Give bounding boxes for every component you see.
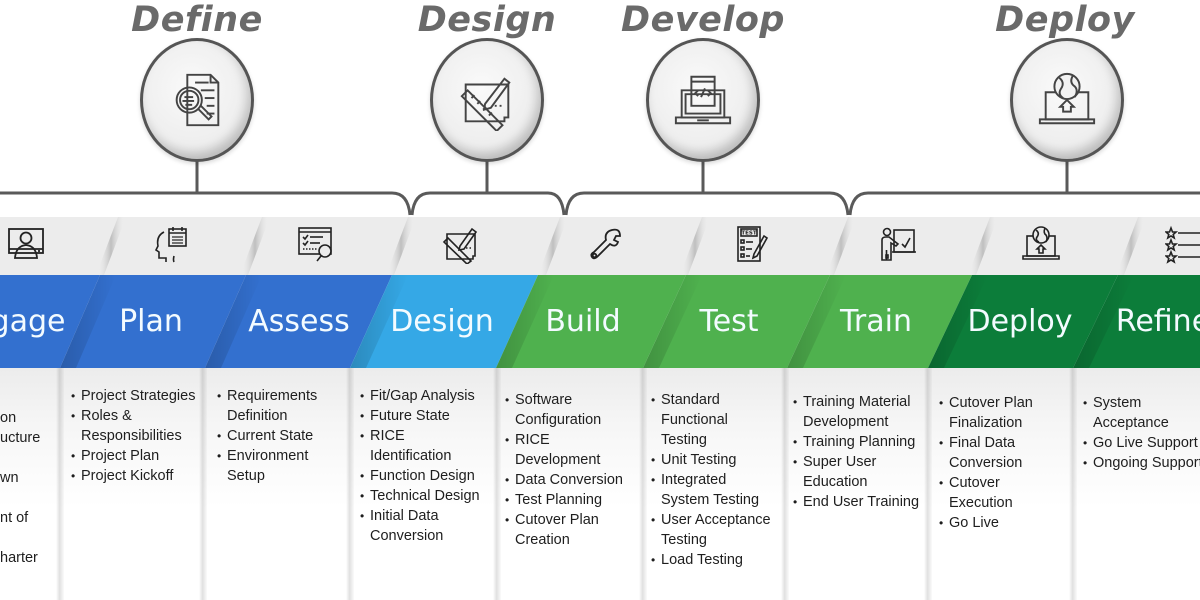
detail-item bbox=[0, 528, 60, 548]
detail-item: Training Planning bbox=[793, 432, 923, 452]
step-band: gage Plan Assess Design Build Test Train… bbox=[0, 275, 1200, 368]
head-calendar-icon bbox=[154, 227, 187, 263]
step-details-refine: System AcceptanceGo Live SupportOngoing … bbox=[1083, 393, 1200, 473]
step-details-train: Training Material DevelopmentTraining Pl… bbox=[793, 392, 923, 512]
detail-item: Go Live Support bbox=[1083, 433, 1200, 453]
step-label-design: Design bbox=[390, 304, 494, 339]
step-label-refine: Refine bbox=[1115, 304, 1200, 339]
step-label-train: Train bbox=[840, 304, 912, 339]
laptop-globe-upload-icon bbox=[1022, 226, 1060, 260]
detail-item: RICE Development bbox=[505, 430, 631, 470]
detail-item: User Acceptance Testing bbox=[651, 510, 775, 550]
detail-item: System Acceptance bbox=[1083, 393, 1200, 433]
step-label-build: Build bbox=[545, 304, 621, 339]
step-icon-engage bbox=[6, 224, 46, 264]
detail-item: Test Planning bbox=[505, 490, 631, 510]
detail-item: Initial Data Conversion bbox=[360, 506, 488, 546]
svg-text:TEST: TEST bbox=[741, 231, 756, 237]
star-list-icon bbox=[1163, 225, 1200, 264]
step-label-plan: Plan bbox=[119, 304, 183, 339]
phase-circle-define bbox=[140, 38, 254, 162]
detail-item: Cutover Plan Finalization bbox=[939, 393, 1067, 433]
step-icon-build bbox=[586, 224, 626, 264]
step-details-design: Fit/Gap AnalysisFuture StateRICE Identif… bbox=[360, 386, 488, 546]
step-icon-train bbox=[878, 224, 918, 264]
step-details-build: Software ConfigurationRICE DevelopmentDa… bbox=[505, 390, 631, 550]
detail-item: Data Conversion bbox=[505, 470, 631, 490]
laptop-code-icon bbox=[674, 75, 732, 125]
detail-item: Super User Education bbox=[793, 452, 923, 492]
detail-item: Project Kickoff bbox=[71, 466, 196, 486]
step-icon-deploy bbox=[1021, 224, 1061, 264]
column-divider bbox=[346, 368, 354, 600]
ruler-pencil-icon bbox=[460, 77, 511, 131]
detail-item: Future State bbox=[360, 406, 488, 426]
step-icon-design bbox=[441, 224, 481, 266]
step-label-engage: gage bbox=[0, 304, 66, 339]
detail-item: Go Live bbox=[939, 513, 1067, 533]
detail-item: Final Data Conversion bbox=[939, 433, 1067, 473]
ruler-pencil-icon bbox=[442, 227, 478, 266]
step-details-engage: on ucture wn nt of harter bbox=[0, 408, 60, 568]
test-sheet-icon: TEST bbox=[737, 226, 769, 262]
step-details-deploy: Cutover Plan FinalizationFinal Data Conv… bbox=[939, 393, 1067, 533]
step-icon-plan bbox=[152, 224, 192, 264]
wrench-icon bbox=[590, 228, 621, 260]
detail-item: Training Material Development bbox=[793, 392, 923, 432]
detail-item: Roles & Responsibilities bbox=[71, 406, 196, 446]
step-label-deploy: Deploy bbox=[967, 304, 1073, 339]
detail-item: Project Plan bbox=[71, 446, 196, 466]
step-icon-test: TEST bbox=[732, 224, 772, 264]
column-divider bbox=[493, 368, 501, 600]
detail-item: on bbox=[0, 410, 17, 426]
detail-item: RICE Identification bbox=[360, 426, 488, 466]
document-magnifier-icon bbox=[175, 73, 220, 127]
detail-item: Requirements Definition bbox=[217, 386, 342, 426]
detail-item: Fit/Gap Analysis bbox=[360, 386, 488, 406]
detail-item: Current State bbox=[217, 426, 342, 446]
detail-item: Technical Design bbox=[360, 486, 488, 506]
step-icon-refine bbox=[1163, 224, 1200, 264]
phase-circle-deploy bbox=[1010, 38, 1124, 162]
detail-item bbox=[0, 488, 60, 508]
bracket-define bbox=[0, 191, 412, 216]
detail-item: ucture bbox=[0, 430, 41, 446]
detail-item: Environment Setup bbox=[217, 446, 342, 486]
user-monitor-icon bbox=[8, 228, 44, 259]
step-details-assess: Requirements DefinitionCurrent StateEnvi… bbox=[217, 386, 342, 486]
detail-item: End User Training bbox=[793, 492, 923, 512]
step-label-test: Test bbox=[699, 304, 759, 339]
column-divider bbox=[924, 368, 932, 600]
detail-item: wn bbox=[0, 470, 19, 486]
detail-item: harter bbox=[0, 550, 38, 566]
step-details-plan: Project StrategiesRoles & Responsibiliti… bbox=[71, 386, 196, 486]
detail-item: Ongoing Support bbox=[1083, 453, 1200, 473]
detail-item: Project Strategies bbox=[71, 386, 196, 406]
detail-item: Function Design bbox=[360, 466, 488, 486]
detail-item: Unit Testing bbox=[651, 450, 775, 470]
detail-item: Cutover Execution bbox=[939, 473, 1067, 513]
bracket-deploy bbox=[848, 191, 1200, 216]
column-divider bbox=[781, 368, 789, 600]
laptop-globe-upload-icon bbox=[1038, 72, 1096, 125]
detail-item: Cutover Plan Creation bbox=[505, 510, 631, 550]
detail-item bbox=[0, 448, 60, 468]
presenter-board-icon bbox=[881, 227, 916, 261]
column-divider bbox=[1069, 368, 1077, 600]
step-label-assess: Assess bbox=[248, 304, 350, 339]
bracket-develop bbox=[564, 191, 850, 216]
column-divider bbox=[199, 368, 207, 600]
detail-item: Load Testing bbox=[651, 550, 775, 570]
detail-item: Standard Functional Testing bbox=[651, 390, 775, 450]
phase-circle-develop bbox=[646, 38, 760, 162]
checklist-magnifier-icon bbox=[298, 227, 332, 262]
column-divider bbox=[639, 368, 647, 600]
phase-circle-design bbox=[430, 38, 544, 162]
step-details-test: Standard Functional TestingUnit TestingI… bbox=[651, 390, 775, 570]
bracket-design bbox=[410, 191, 566, 216]
detail-item: nt of bbox=[0, 510, 29, 526]
step-icon-assess bbox=[296, 224, 336, 264]
detail-item: Software Configuration bbox=[505, 390, 631, 430]
detail-item: Integrated System Testing bbox=[651, 470, 775, 510]
